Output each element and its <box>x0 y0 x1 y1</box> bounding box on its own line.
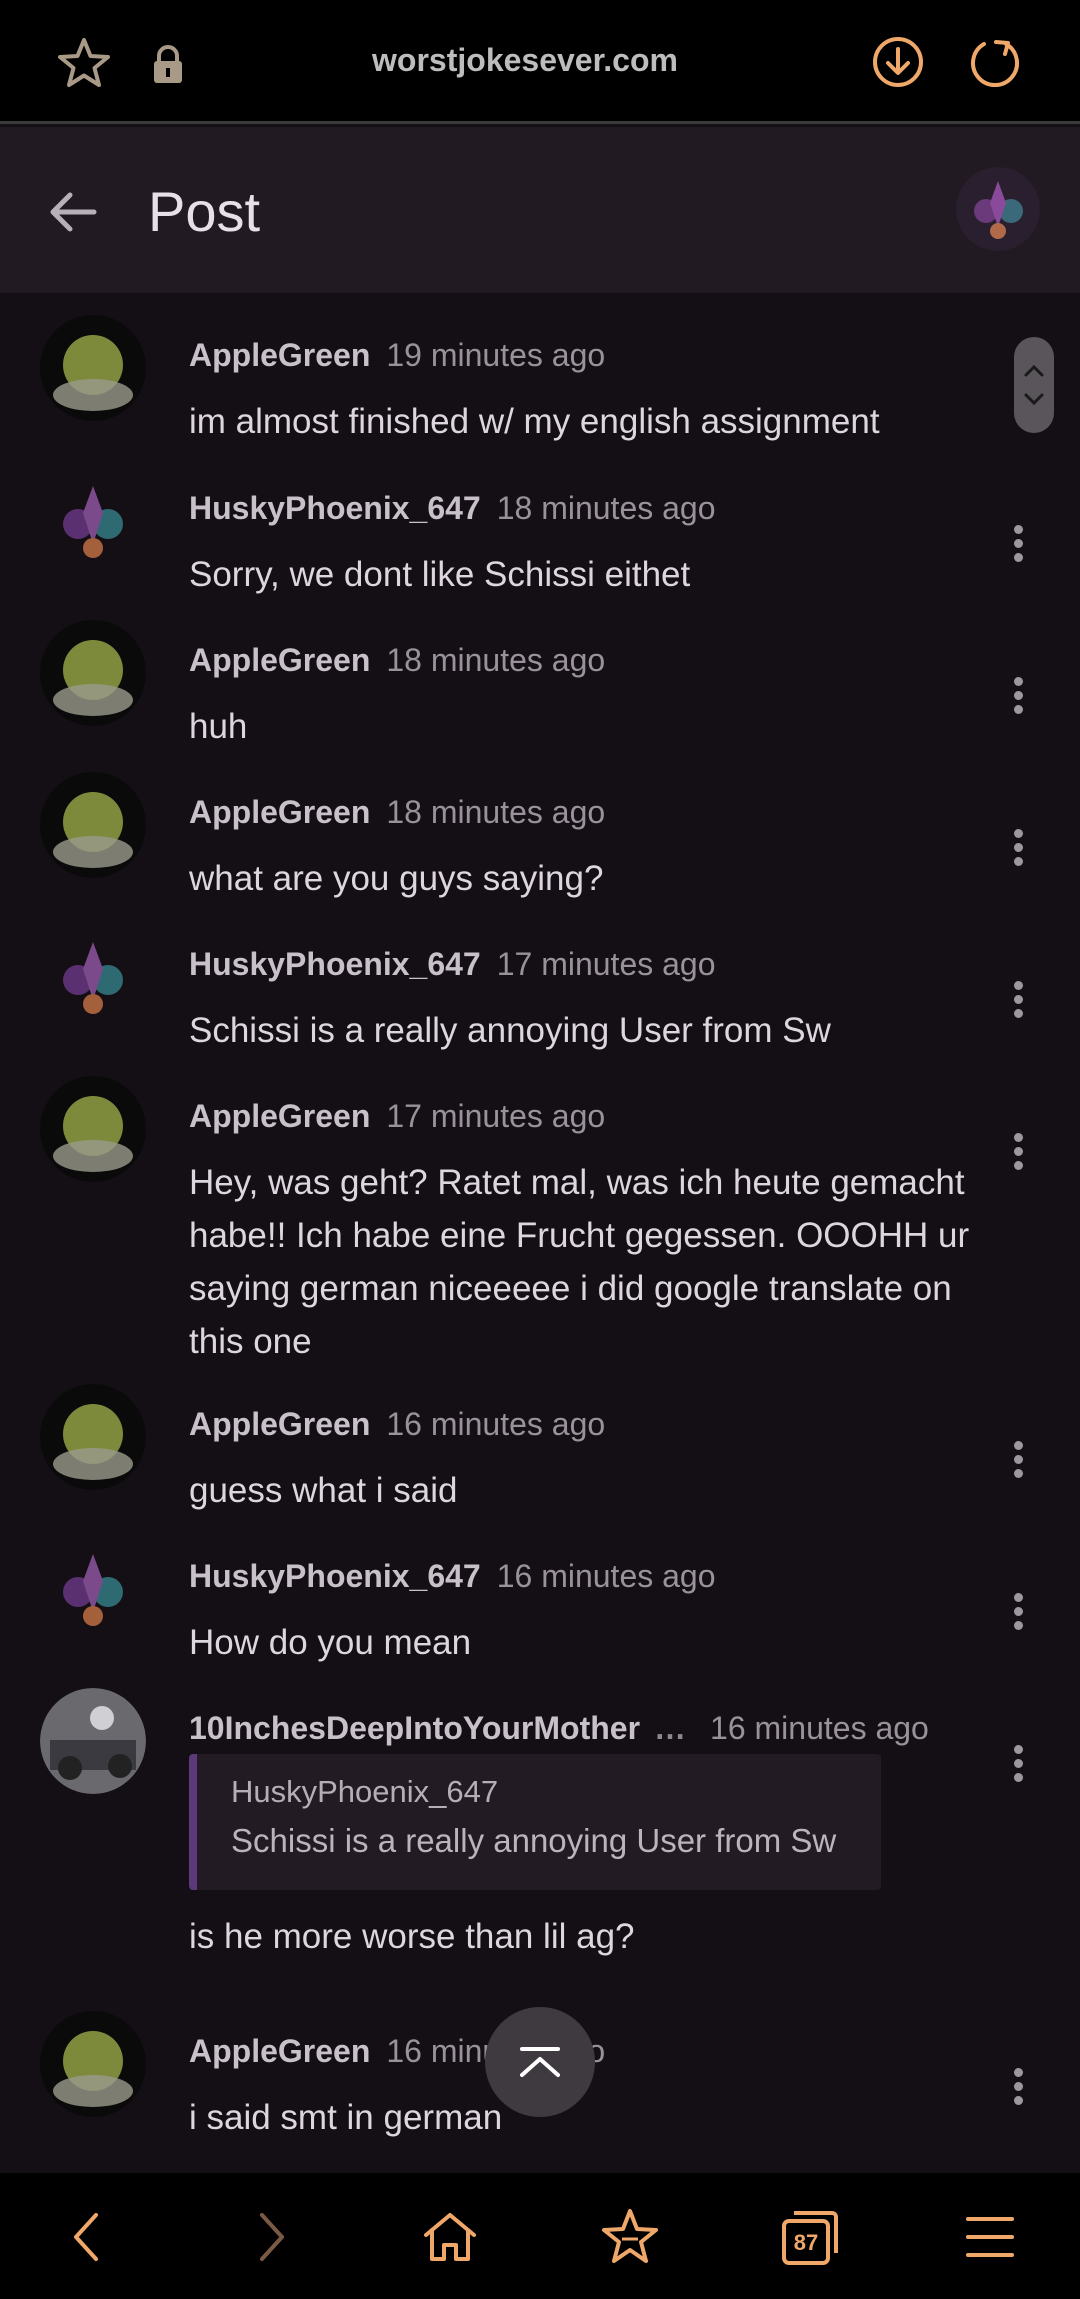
comment-author[interactable]: HuskyPhoenix_647 <box>189 946 481 982</box>
quote-author: HuskyPhoenix_647 <box>231 1774 499 1809</box>
scroll-to-top-button[interactable] <box>485 2007 595 2117</box>
more-options-icon[interactable] <box>1006 2063 1030 2119</box>
nav-forward-icon[interactable] <box>238 2205 302 2269</box>
comment-time: 18 minutes ago <box>496 490 716 526</box>
apple-avatar[interactable] <box>40 315 146 421</box>
more-options-icon[interactable] <box>1006 976 1030 1032</box>
comment-time: 16 minutes ago <box>496 1558 716 1594</box>
more-options-icon[interactable] <box>1006 824 1030 880</box>
comment-author[interactable]: HuskyPhoenix_647 <box>189 1558 481 1594</box>
lock-icon <box>154 45 182 83</box>
download-icon[interactable] <box>870 34 926 90</box>
comment-text: Sorry, we dont like Schissi eithet <box>189 555 691 594</box>
bookmark-star-icon[interactable] <box>56 36 112 92</box>
photo-avatar[interactable] <box>40 1688 146 1794</box>
browser-bottom-nav: 87 <box>0 2173 1080 2299</box>
comment-author[interactable]: AppleGreen <box>189 794 370 830</box>
comment-time: 16 minutes ago <box>386 1406 606 1442</box>
bookmarks-star-icon[interactable] <box>598 2205 662 2269</box>
user-avatar[interactable] <box>956 167 1040 251</box>
phoenix-avatar[interactable] <box>40 1536 146 1642</box>
comment-text: guess what i said <box>189 1471 458 1510</box>
comment-author[interactable]: HuskyPhoenix_647 <box>189 490 481 526</box>
chevron-up-icon <box>520 2047 560 2077</box>
apple-avatar[interactable] <box>40 1384 146 1490</box>
tabs-button[interactable]: 87 <box>778 2205 842 2269</box>
comment-author[interactable]: AppleGreen <box>189 642 370 678</box>
home-icon[interactable] <box>418 2205 482 2269</box>
author-badge: … <box>654 1710 687 1746</box>
more-options-icon[interactable] <box>1006 672 1030 728</box>
apple-avatar[interactable] <box>40 620 146 726</box>
browser-toolbar: worstjokesever.com <box>0 0 1080 124</box>
comment-author[interactable]: AppleGreen <box>189 1406 370 1442</box>
apple-avatar[interactable] <box>40 1076 146 1182</box>
phoenix-avatar[interactable] <box>40 468 146 574</box>
comment-text: is he more worse than lil ag? <box>189 1917 635 1956</box>
page-title: Post <box>148 180 261 243</box>
comment-time: 17 minutes ago <box>386 1098 606 1134</box>
comment-time: 19 minutes ago <box>386 337 606 373</box>
menu-icon[interactable] <box>958 2205 1022 2269</box>
phoenix-avatar[interactable] <box>40 924 146 1030</box>
scroll-arrows-icon <box>1024 364 1044 406</box>
back-arrow-icon[interactable] <box>44 183 102 241</box>
comment-author[interactable]: 10InchesDeepIntoYourMother <box>189 1710 640 1746</box>
more-options-icon[interactable] <box>1006 1436 1030 1492</box>
comment-time: 17 minutes ago <box>496 946 716 982</box>
more-options-icon[interactable] <box>1006 1128 1030 1184</box>
nav-back-icon[interactable] <box>56 2205 120 2269</box>
comment-text: Schissi is a really annoying User from S… <box>189 1011 831 1050</box>
comment-text: How do you mean <box>189 1623 472 1662</box>
more-options-icon[interactable] <box>1006 1740 1030 1796</box>
more-options-icon[interactable] <box>1006 520 1030 576</box>
comment-text: huh <box>189 707 248 746</box>
comment-time: 18 minutes ago <box>386 642 606 678</box>
tab-count: 87 <box>793 2230 819 2255</box>
comment-text: im almost finished w/ my english assignm… <box>189 402 880 441</box>
quote-text: Schissi is a really annoying User from S… <box>231 1822 837 1859</box>
comment-time: 18 minutes ago <box>386 794 606 830</box>
comment-text: what are you guys saying? <box>189 859 604 898</box>
comments-list[interactable]: AppleGreen 19 minutes ago im almost finis… <box>0 293 1080 2173</box>
comment-author[interactable]: AppleGreen <box>189 337 370 373</box>
url-bar[interactable]: worstjokesever.com <box>300 42 750 79</box>
comment-time: 16 minutes ago <box>710 1710 929 1746</box>
apple-avatar[interactable] <box>40 772 146 878</box>
reload-icon[interactable] <box>966 34 1024 92</box>
app-header: Post <box>0 127 1080 293</box>
comment-author[interactable]: AppleGreen <box>189 2033 370 2069</box>
scrollbar-handle[interactable] <box>1014 337 1054 433</box>
apple-avatar[interactable] <box>40 2011 146 2117</box>
more-options-icon[interactable] <box>1006 1588 1030 1644</box>
quoted-comment[interactable]: HuskyPhoenix_647 Schissi is a really ann… <box>189 1754 881 1890</box>
comment-author[interactable]: AppleGreen <box>189 1098 370 1134</box>
comment-text: Hey, was geht? Ratet mal, was ich heute … <box>189 1163 970 1361</box>
